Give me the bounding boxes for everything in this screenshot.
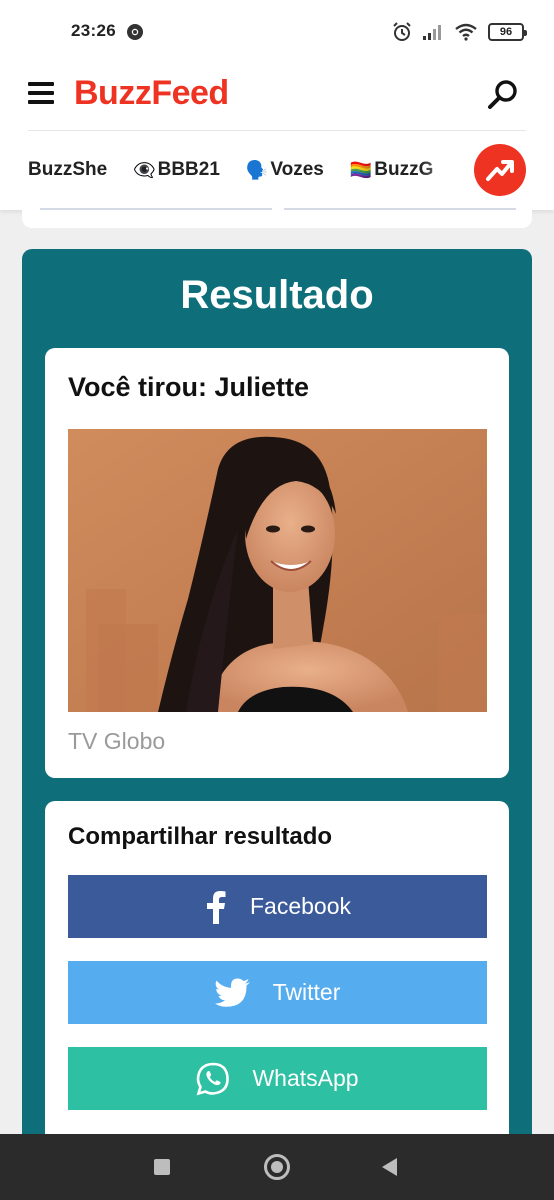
status-icons: 96 xyxy=(392,20,527,44)
juliette-photo xyxy=(68,429,487,712)
rainbow-flag-icon: 🏳️‍🌈 xyxy=(349,159,373,180)
nav-item-label: BuzzShe xyxy=(28,159,108,180)
eye-icon: 👁️‍🗨️ xyxy=(133,159,156,180)
share-card: Compartilhar resultado Facebook Twitter xyxy=(45,801,509,1161)
alarm-icon xyxy=(393,22,411,41)
back-button[interactable] xyxy=(382,1158,397,1176)
result-heading: Você tirou: Juliette xyxy=(68,372,310,402)
nav-item-buzzshe[interactable]: BuzzShe xyxy=(28,159,107,181)
twitter-icon xyxy=(214,978,251,1008)
system-nav-bar xyxy=(0,1134,554,1200)
speaking-head-icon: 🗣️ xyxy=(245,159,269,180)
whatsapp-icon xyxy=(196,1062,230,1096)
recents-button[interactable] xyxy=(154,1159,170,1175)
previous-card xyxy=(22,204,532,228)
whatsapp-label: WhatsApp xyxy=(252,1065,359,1091)
facebook-icon xyxy=(204,890,228,924)
result-image xyxy=(68,429,487,712)
facebook-label: Facebook xyxy=(249,893,351,919)
chrome-icon xyxy=(127,24,143,40)
nav-item-bbb21[interactable]: 👁️‍🗨️ BBB21 xyxy=(133,159,220,181)
twitter-share-button[interactable]: Twitter xyxy=(68,961,487,1024)
result-title: Resultado xyxy=(180,273,374,317)
buzzfeed-logo[interactable]: BuzzFeed xyxy=(74,74,229,113)
result-panel: Resultado Você tirou: Juliette TV Globo … xyxy=(22,249,532,1161)
battery-icon: 96 xyxy=(488,23,527,41)
trending-arrow-icon xyxy=(486,160,514,181)
signal-icon xyxy=(423,25,441,40)
home-button[interactable] xyxy=(264,1154,290,1180)
trending-button[interactable] xyxy=(474,144,526,196)
topic-nav: BuzzShe 👁️‍🗨️ BBB21 🗣️ Vozes 🏳️‍🌈 BuzzG xyxy=(28,146,458,194)
wifi-icon xyxy=(455,23,477,41)
image-credit: TV Globo xyxy=(68,728,166,754)
twitter-label: Twitter xyxy=(272,979,341,1005)
share-heading: Compartilhar resultado xyxy=(68,823,333,850)
facebook-share-button[interactable]: Facebook xyxy=(68,875,487,938)
nav-item-vozes[interactable]: 🗣️ Vozes xyxy=(246,159,324,181)
site-header: BuzzFeed BuzzShe 👁️‍🗨️ BBB21 🗣️ Vozes 🏳️… xyxy=(0,62,554,210)
whatsapp-share-button[interactable]: WhatsApp xyxy=(68,1047,487,1110)
battery-level: 96 xyxy=(499,26,513,38)
nav-item-label: Vozes xyxy=(270,159,324,180)
status-time: 23:26 xyxy=(71,21,116,40)
status-bar: 23:26 96 xyxy=(0,0,554,62)
result-card: Você tirou: Juliette TV Globo xyxy=(45,348,509,778)
search-icon[interactable] xyxy=(486,78,520,112)
menu-icon[interactable] xyxy=(28,82,54,104)
header-divider xyxy=(28,130,526,131)
nav-fade xyxy=(420,146,470,194)
nav-item-label: BBB21 xyxy=(157,159,220,180)
